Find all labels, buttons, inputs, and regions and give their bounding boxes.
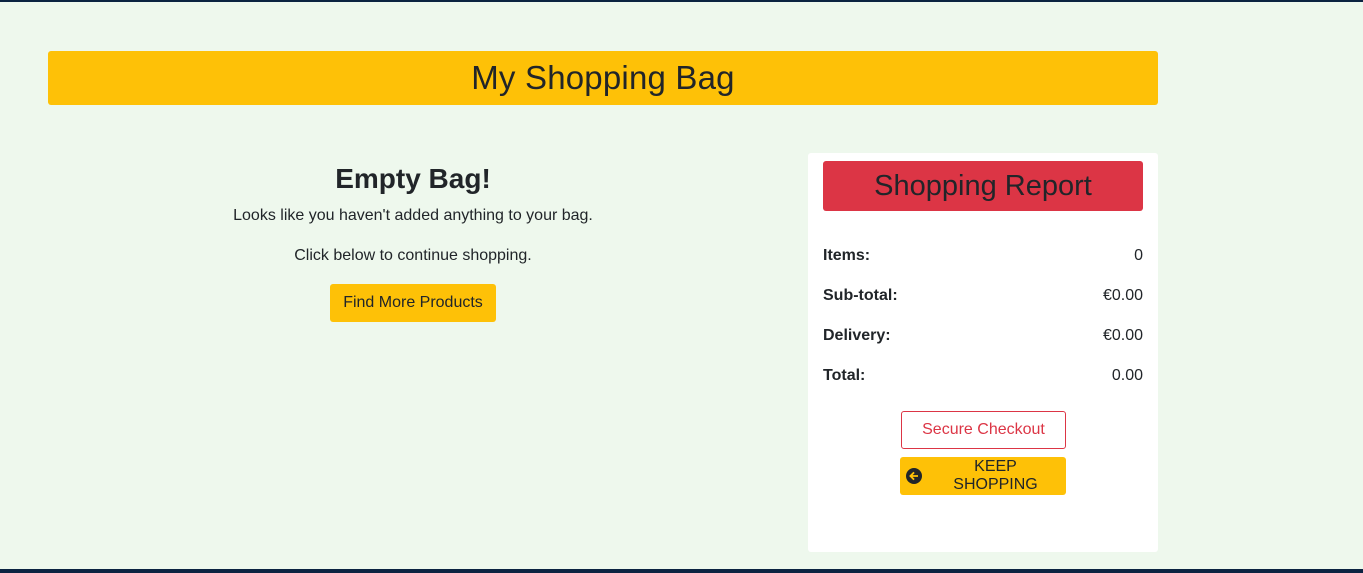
delivery-value: €0.00 [1102,327,1143,344]
page-title: My Shopping Bag [471,59,735,96]
bottom-border [0,569,1363,573]
empty-bag-heading: Empty Bag! [335,163,491,194]
continue-shopping-prompt: Click below to continue shopping. [294,247,532,264]
report-row-delivery: Delivery: €0.00 [823,326,1143,346]
subtotal-value: €0.00 [1102,287,1143,304]
top-border [0,0,1363,2]
arrow-circle-left-icon [906,468,922,484]
shopping-report-title: Shopping Report [874,169,1092,202]
keep-shopping-label: KEEP SHOPPING [953,458,1038,493]
secure-checkout-button[interactable]: Secure Checkout [901,411,1066,449]
total-value: 0.00 [1111,367,1143,384]
find-more-products-button[interactable]: Find More Products [330,284,496,322]
shopping-report-header: Shopping Report [823,161,1143,211]
empty-bag-message: Looks like you haven't added anything to… [233,207,593,224]
total-label: Total: [823,367,866,384]
keep-shopping-button[interactable]: KEEP SHOPPING [900,457,1066,495]
items-label: Items: [823,247,871,264]
items-value: 0 [1134,247,1143,264]
shopping-report-card: Shopping Report Items: 0 Sub-total: €0.0… [808,153,1158,552]
page-title-bar: My Shopping Bag [48,51,1158,105]
report-row-items: Items: 0 [823,246,1143,266]
empty-bag-panel: Empty Bag! Looks like you haven't added … [48,160,778,322]
report-row-subtotal: Sub-total: €0.00 [823,286,1143,306]
subtotal-label: Sub-total: [823,287,898,304]
report-row-total: Total: 0.00 [823,366,1143,386]
delivery-label: Delivery: [823,327,891,344]
